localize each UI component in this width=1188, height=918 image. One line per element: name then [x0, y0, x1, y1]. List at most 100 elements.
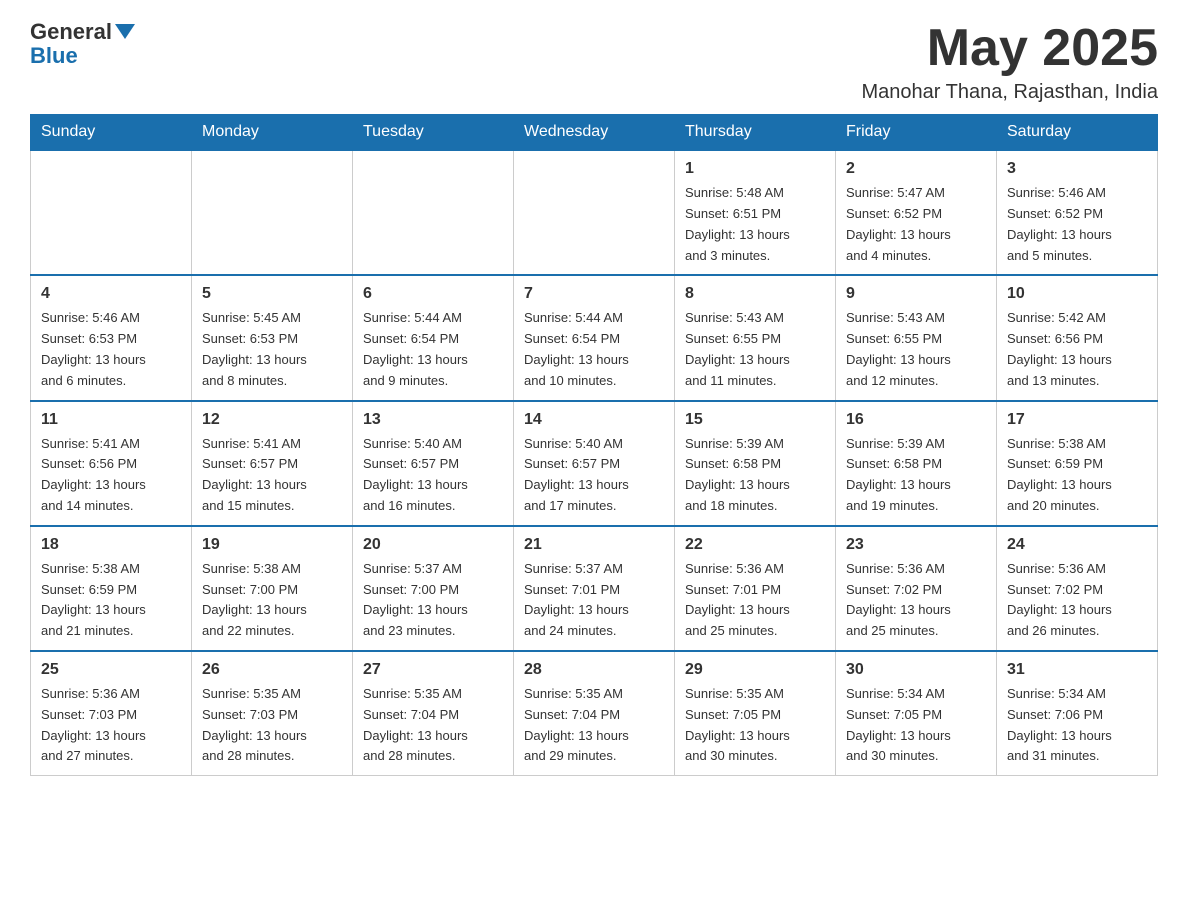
calendar-cell — [353, 150, 514, 275]
col-header-thursday: Thursday — [675, 115, 836, 151]
calendar-cell: 28Sunrise: 5:35 AMSunset: 7:04 PMDayligh… — [514, 651, 675, 776]
calendar-cell: 31Sunrise: 5:34 AMSunset: 7:06 PMDayligh… — [997, 651, 1158, 776]
week-row-4: 18Sunrise: 5:38 AMSunset: 6:59 PMDayligh… — [31, 526, 1158, 651]
header-row: SundayMondayTuesdayWednesdayThursdayFrid… — [31, 115, 1158, 151]
day-number: 23 — [846, 533, 986, 557]
calendar-cell: 1Sunrise: 5:48 AMSunset: 6:51 PMDaylight… — [675, 150, 836, 275]
calendar-cell: 9Sunrise: 5:43 AMSunset: 6:55 PMDaylight… — [836, 275, 997, 400]
day-info: Sunrise: 5:42 AMSunset: 6:56 PMDaylight:… — [1007, 308, 1147, 391]
calendar-cell: 29Sunrise: 5:35 AMSunset: 7:05 PMDayligh… — [675, 651, 836, 776]
calendar-cell: 11Sunrise: 5:41 AMSunset: 6:56 PMDayligh… — [31, 401, 192, 526]
day-info: Sunrise: 5:47 AMSunset: 6:52 PMDaylight:… — [846, 183, 986, 266]
logo: General Blue — [30, 20, 135, 68]
col-header-monday: Monday — [192, 115, 353, 151]
day-number: 16 — [846, 408, 986, 432]
day-info: Sunrise: 5:36 AMSunset: 7:02 PMDaylight:… — [1007, 559, 1147, 642]
col-header-wednesday: Wednesday — [514, 115, 675, 151]
day-info: Sunrise: 5:40 AMSunset: 6:57 PMDaylight:… — [363, 434, 503, 517]
day-number: 10 — [1007, 282, 1147, 306]
calendar-cell: 10Sunrise: 5:42 AMSunset: 6:56 PMDayligh… — [997, 275, 1158, 400]
calendar-cell: 16Sunrise: 5:39 AMSunset: 6:58 PMDayligh… — [836, 401, 997, 526]
calendar-cell: 14Sunrise: 5:40 AMSunset: 6:57 PMDayligh… — [514, 401, 675, 526]
day-info: Sunrise: 5:38 AMSunset: 6:59 PMDaylight:… — [1007, 434, 1147, 517]
day-number: 9 — [846, 282, 986, 306]
day-number: 19 — [202, 533, 342, 557]
day-info: Sunrise: 5:41 AMSunset: 6:56 PMDaylight:… — [41, 434, 181, 517]
calendar-cell: 18Sunrise: 5:38 AMSunset: 6:59 PMDayligh… — [31, 526, 192, 651]
logo-text-general: General — [30, 20, 135, 44]
day-number: 1 — [685, 157, 825, 181]
day-info: Sunrise: 5:41 AMSunset: 6:57 PMDaylight:… — [202, 434, 342, 517]
day-number: 20 — [363, 533, 503, 557]
day-info: Sunrise: 5:35 AMSunset: 7:04 PMDaylight:… — [363, 684, 503, 767]
day-info: Sunrise: 5:37 AMSunset: 7:00 PMDaylight:… — [363, 559, 503, 642]
title-area: May 2025 Manohar Thana, Rajasthan, India — [862, 20, 1159, 104]
day-number: 28 — [524, 658, 664, 682]
month-title: May 2025 — [862, 20, 1159, 77]
day-number: 27 — [363, 658, 503, 682]
day-info: Sunrise: 5:36 AMSunset: 7:02 PMDaylight:… — [846, 559, 986, 642]
calendar-cell: 20Sunrise: 5:37 AMSunset: 7:00 PMDayligh… — [353, 526, 514, 651]
day-info: Sunrise: 5:44 AMSunset: 6:54 PMDaylight:… — [524, 308, 664, 391]
day-info: Sunrise: 5:35 AMSunset: 7:04 PMDaylight:… — [524, 684, 664, 767]
day-number: 2 — [846, 157, 986, 181]
day-number: 30 — [846, 658, 986, 682]
day-info: Sunrise: 5:48 AMSunset: 6:51 PMDaylight:… — [685, 183, 825, 266]
calendar-table: SundayMondayTuesdayWednesdayThursdayFrid… — [30, 114, 1158, 776]
calendar-cell: 2Sunrise: 5:47 AMSunset: 6:52 PMDaylight… — [836, 150, 997, 275]
day-number: 22 — [685, 533, 825, 557]
calendar-cell: 24Sunrise: 5:36 AMSunset: 7:02 PMDayligh… — [997, 526, 1158, 651]
col-header-tuesday: Tuesday — [353, 115, 514, 151]
calendar-cell: 15Sunrise: 5:39 AMSunset: 6:58 PMDayligh… — [675, 401, 836, 526]
day-number: 7 — [524, 282, 664, 306]
day-number: 17 — [1007, 408, 1147, 432]
day-info: Sunrise: 5:38 AMSunset: 7:00 PMDaylight:… — [202, 559, 342, 642]
calendar-cell: 5Sunrise: 5:45 AMSunset: 6:53 PMDaylight… — [192, 275, 353, 400]
day-info: Sunrise: 5:43 AMSunset: 6:55 PMDaylight:… — [846, 308, 986, 391]
calendar-cell: 21Sunrise: 5:37 AMSunset: 7:01 PMDayligh… — [514, 526, 675, 651]
calendar-cell: 13Sunrise: 5:40 AMSunset: 6:57 PMDayligh… — [353, 401, 514, 526]
calendar-cell: 30Sunrise: 5:34 AMSunset: 7:05 PMDayligh… — [836, 651, 997, 776]
day-number: 26 — [202, 658, 342, 682]
day-info: Sunrise: 5:46 AMSunset: 6:53 PMDaylight:… — [41, 308, 181, 391]
calendar-cell: 12Sunrise: 5:41 AMSunset: 6:57 PMDayligh… — [192, 401, 353, 526]
day-number: 12 — [202, 408, 342, 432]
week-row-5: 25Sunrise: 5:36 AMSunset: 7:03 PMDayligh… — [31, 651, 1158, 776]
day-info: Sunrise: 5:46 AMSunset: 6:52 PMDaylight:… — [1007, 183, 1147, 266]
logo-text-blue: Blue — [30, 43, 78, 68]
calendar-cell: 17Sunrise: 5:38 AMSunset: 6:59 PMDayligh… — [997, 401, 1158, 526]
week-row-1: 1Sunrise: 5:48 AMSunset: 6:51 PMDaylight… — [31, 150, 1158, 275]
calendar-cell: 8Sunrise: 5:43 AMSunset: 6:55 PMDaylight… — [675, 275, 836, 400]
day-info: Sunrise: 5:35 AMSunset: 7:03 PMDaylight:… — [202, 684, 342, 767]
day-info: Sunrise: 5:36 AMSunset: 7:01 PMDaylight:… — [685, 559, 825, 642]
day-info: Sunrise: 5:38 AMSunset: 6:59 PMDaylight:… — [41, 559, 181, 642]
calendar-cell: 27Sunrise: 5:35 AMSunset: 7:04 PMDayligh… — [353, 651, 514, 776]
day-number: 8 — [685, 282, 825, 306]
calendar-cell: 3Sunrise: 5:46 AMSunset: 6:52 PMDaylight… — [997, 150, 1158, 275]
day-number: 25 — [41, 658, 181, 682]
calendar-cell: 25Sunrise: 5:36 AMSunset: 7:03 PMDayligh… — [31, 651, 192, 776]
day-number: 29 — [685, 658, 825, 682]
calendar-cell: 7Sunrise: 5:44 AMSunset: 6:54 PMDaylight… — [514, 275, 675, 400]
day-info: Sunrise: 5:43 AMSunset: 6:55 PMDaylight:… — [685, 308, 825, 391]
day-number: 13 — [363, 408, 503, 432]
day-number: 24 — [1007, 533, 1147, 557]
week-row-2: 4Sunrise: 5:46 AMSunset: 6:53 PMDaylight… — [31, 275, 1158, 400]
day-number: 11 — [41, 408, 181, 432]
calendar-cell — [31, 150, 192, 275]
calendar-cell — [514, 150, 675, 275]
calendar-cell: 6Sunrise: 5:44 AMSunset: 6:54 PMDaylight… — [353, 275, 514, 400]
day-number: 4 — [41, 282, 181, 306]
day-number: 5 — [202, 282, 342, 306]
day-info: Sunrise: 5:37 AMSunset: 7:01 PMDaylight:… — [524, 559, 664, 642]
day-number: 15 — [685, 408, 825, 432]
day-info: Sunrise: 5:34 AMSunset: 7:05 PMDaylight:… — [846, 684, 986, 767]
day-number: 21 — [524, 533, 664, 557]
col-header-sunday: Sunday — [31, 115, 192, 151]
col-header-friday: Friday — [836, 115, 997, 151]
day-info: Sunrise: 5:40 AMSunset: 6:57 PMDaylight:… — [524, 434, 664, 517]
day-info: Sunrise: 5:39 AMSunset: 6:58 PMDaylight:… — [846, 434, 986, 517]
day-number: 31 — [1007, 658, 1147, 682]
calendar-cell: 23Sunrise: 5:36 AMSunset: 7:02 PMDayligh… — [836, 526, 997, 651]
day-number: 6 — [363, 282, 503, 306]
